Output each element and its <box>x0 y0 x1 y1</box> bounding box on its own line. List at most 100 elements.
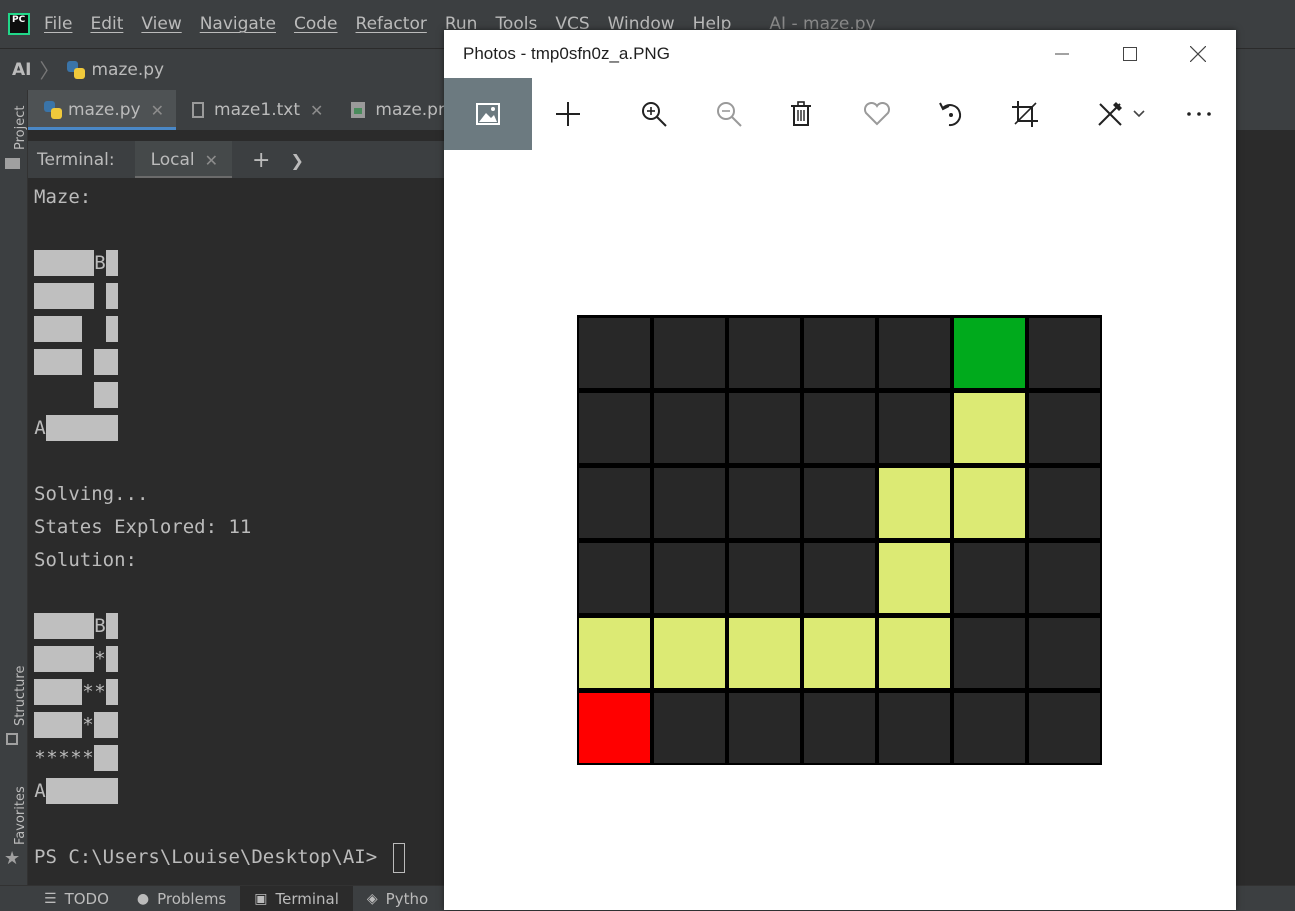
menu-edit[interactable]: Edit <box>90 14 123 34</box>
maze-cell-wall <box>954 543 1025 613</box>
menu-file[interactable]: File <box>44 14 72 34</box>
toolbar-terminal[interactable]: ▣ Terminal <box>240 886 353 911</box>
maze-cell-wall <box>579 468 650 538</box>
more-button[interactable] <box>1162 78 1236 150</box>
maze-wall-cell <box>106 349 118 375</box>
solution-wall-cell <box>46 646 58 672</box>
close-icon[interactable]: ✕ <box>310 101 323 120</box>
maze-cell-wall <box>954 693 1025 763</box>
maze-cell-wall <box>879 318 950 388</box>
add-terminal-icon[interactable]: + <box>252 141 270 179</box>
maze-wall-cell <box>58 415 70 441</box>
toolbar-problems[interactable]: ● Problems <box>123 886 240 911</box>
zoom-in-button[interactable] <box>617 78 691 150</box>
maze-cell-wall <box>804 318 875 388</box>
solution-wall-cell <box>82 613 94 639</box>
delete-button[interactable] <box>764 78 838 150</box>
close-button[interactable] <box>1164 30 1232 78</box>
maze-char-cell <box>94 283 106 309</box>
maze-wall-cell <box>46 250 58 276</box>
sidebar-favorites[interactable]: Favorites <box>13 786 28 845</box>
solution-wall-cell <box>46 679 58 705</box>
menu-view[interactable]: View <box>141 14 181 34</box>
maze-wall-cell <box>46 283 58 309</box>
toolbar-todo[interactable]: ☰ TODO <box>30 886 123 911</box>
zoom-in-icon <box>642 102 667 127</box>
breadcrumb-file[interactable]: maze.py <box>91 60 164 80</box>
chevron-down-icon[interactable]: ❯ <box>290 141 303 179</box>
favorite-button[interactable] <box>840 78 914 150</box>
maze-cell-wall <box>654 693 725 763</box>
pycharm-logo-icon: PC <box>8 13 30 35</box>
maze-cell-goal <box>954 318 1025 388</box>
python-file-icon <box>67 60 86 79</box>
menu-code[interactable]: Code <box>294 14 338 34</box>
close-icon[interactable]: ✕ <box>205 151 218 170</box>
solution-wall-cell <box>70 712 82 738</box>
edit-button[interactable] <box>1084 78 1158 150</box>
maze-cell-wall <box>654 318 725 388</box>
close-icon[interactable]: ✕ <box>151 101 164 120</box>
terminal-line-solving: Solving... <box>34 483 149 505</box>
terminal-output[interactable]: Maze: B A Solving... States Explored: 11… <box>28 178 448 885</box>
prompt-text: PS C:\Users\Louise\Desktop\AI> <box>34 846 389 868</box>
view-image-button[interactable] <box>444 78 532 150</box>
breadcrumb-chevron-icon: 〉 <box>39 59 60 83</box>
terminal-tab-local[interactable]: Local ✕ <box>134 141 233 179</box>
maze-char-cell <box>82 349 94 375</box>
maze-wall-cell <box>58 250 70 276</box>
maze-wall-cell <box>46 316 58 342</box>
maze-cell-wall <box>804 468 875 538</box>
solution-wall-cell <box>34 613 46 639</box>
maze-cell-wall <box>1029 543 1100 613</box>
breadcrumb-root[interactable]: AI <box>12 60 31 80</box>
solution-wall-cell <box>106 712 118 738</box>
maze-char-cell <box>46 382 58 408</box>
maze-cell-wall <box>954 618 1025 688</box>
sidebar-structure[interactable]: Structure <box>13 666 28 726</box>
maze-cell-wall <box>654 468 725 538</box>
sidebar-project[interactable]: Project <box>13 106 28 150</box>
solution-wall-cell <box>70 613 82 639</box>
crop-button[interactable] <box>988 78 1062 150</box>
maze-cell-wall <box>729 693 800 763</box>
maze-cell-wall <box>729 543 800 613</box>
maze-wall-cell <box>70 250 82 276</box>
maze-wall-cell <box>34 316 46 342</box>
toolbar-python-console[interactable]: ◈ Pytho <box>353 886 442 911</box>
minimize-button[interactable] <box>1028 30 1096 78</box>
maze-cell-wall <box>729 318 800 388</box>
todo-label: TODO <box>64 889 109 908</box>
maze-char-cell: A <box>34 417 46 439</box>
tab-maze-py[interactable]: maze.py ✕ <box>28 90 177 130</box>
text-file-icon <box>192 102 205 118</box>
tab-maze1-txt[interactable]: maze1.txt ✕ <box>176 90 335 130</box>
tab-label: maze1.txt <box>214 100 301 120</box>
photos-titlebar[interactable]: Photos - tmp0sfn0z_a.PNG <box>444 30 1236 78</box>
photos-title: Photos - tmp0sfn0z_a.PNG <box>463 44 670 63</box>
maze-cell-path <box>954 393 1025 463</box>
maze-wall-cell <box>70 349 82 375</box>
add-icon <box>556 102 580 126</box>
maximize-button[interactable] <box>1096 30 1164 78</box>
maze-wall-cell <box>70 316 82 342</box>
maze-wall-cell <box>46 415 58 441</box>
add-button[interactable] <box>531 78 605 150</box>
terminal-prompt[interactable]: PS C:\Users\Louise\Desktop\AI> <box>34 841 405 874</box>
menu-navigate[interactable]: Navigate <box>200 14 276 34</box>
solution-wall-cell <box>58 778 70 804</box>
zoom-out-button[interactable] <box>692 78 766 150</box>
photos-toolbar <box>444 78 1236 150</box>
maze-char-cell <box>82 382 94 408</box>
solution-wall-cell <box>46 712 58 738</box>
solution-wall-cell <box>46 613 58 639</box>
solution-wall-cell <box>82 778 94 804</box>
maze-cell-wall <box>654 393 725 463</box>
structure-icon <box>6 733 18 745</box>
rotate-button[interactable] <box>914 78 988 150</box>
maze-wall-cell <box>94 415 106 441</box>
solution-char-cell: * <box>94 681 106 703</box>
maze-wall-cell <box>82 283 94 309</box>
menu-refactor[interactable]: Refactor <box>356 14 427 34</box>
maze-wall-cell <box>82 415 94 441</box>
